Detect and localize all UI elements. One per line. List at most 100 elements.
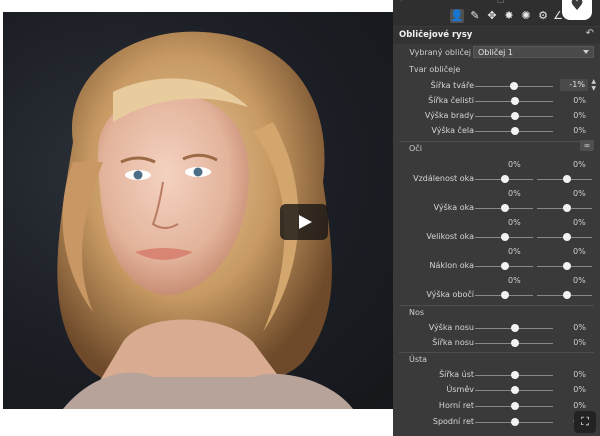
eye-left-value: 0% bbox=[508, 189, 521, 198]
slider-forehead-height[interactable]: Výška čela 0% bbox=[393, 125, 600, 137]
move-icon[interactable]: ✥ bbox=[485, 9, 499, 23]
slider-label: Horní ret bbox=[438, 401, 474, 410]
slider-thumb[interactable] bbox=[511, 402, 519, 410]
eye-pair-values: 0% 0% bbox=[393, 247, 600, 257]
eye-right-value: 0% bbox=[573, 276, 586, 285]
portrait-photo bbox=[3, 12, 393, 409]
divider bbox=[399, 352, 594, 353]
slider-upper-lip[interactable]: Horní ret 0% bbox=[393, 400, 600, 412]
slider-thumb[interactable] bbox=[511, 371, 519, 379]
divider bbox=[399, 141, 594, 142]
portrait-illustration bbox=[57, 31, 353, 409]
slider-label: Výška obočí bbox=[426, 290, 474, 299]
adjustment-panel: ◦ ▭ 👤 ✎ ✥ ✸ ✺ ⚙ ∠ ♥ Obličejové rysy ↶ Vy… bbox=[393, 0, 600, 436]
slider-thumb[interactable] bbox=[511, 324, 519, 332]
slider-thumb-right[interactable] bbox=[563, 233, 571, 241]
slider-face-width[interactable]: Šířka tváře -1% ▲ ▼ bbox=[393, 78, 600, 92]
section-header: Obličejové rysy ↶ bbox=[393, 27, 600, 44]
brush-icon[interactable]: ✎ bbox=[468, 9, 482, 23]
slider-thumb[interactable] bbox=[511, 112, 519, 120]
eye-left-value: 0% bbox=[508, 160, 521, 169]
slider-value: 0% bbox=[573, 111, 586, 120]
ghost-icon: ▭ bbox=[497, 0, 505, 5]
slider-label: Výška oka bbox=[433, 203, 474, 212]
person-icon[interactable]: 👤 bbox=[450, 9, 464, 23]
slider-thumb[interactable] bbox=[511, 386, 519, 394]
eye-right-value: 0% bbox=[573, 160, 586, 169]
slider-label: Šířka čelisti bbox=[428, 96, 474, 105]
slider-value: 0% bbox=[573, 338, 586, 347]
slider-value: 0% bbox=[573, 96, 586, 105]
slider-label: Výška čela bbox=[431, 126, 474, 135]
slider-label: Vzdálenost oka bbox=[413, 174, 474, 183]
link-icon[interactable]: ∞ bbox=[580, 140, 594, 151]
slider-thumb-left[interactable] bbox=[501, 233, 509, 241]
slider-thumb[interactable] bbox=[511, 97, 519, 105]
heart-icon[interactable]: ♥ bbox=[562, 0, 592, 20]
slider-thumb-right[interactable] bbox=[563, 262, 571, 270]
face-selector-value: Obličej 1 bbox=[478, 48, 513, 57]
slider-thumb-left[interactable] bbox=[501, 204, 509, 212]
slider-label: Velikost oka bbox=[426, 232, 474, 241]
group-label-eyes: Oči bbox=[409, 144, 422, 153]
slider-value-input[interactable]: -1% bbox=[560, 79, 588, 91]
slider-value: 0% bbox=[573, 126, 586, 135]
slider-label: Výška brady bbox=[424, 111, 474, 120]
slider-label: Spodní ret bbox=[432, 417, 474, 426]
eye-right-value: 0% bbox=[573, 218, 586, 227]
spinner-icon[interactable]: ▲ ▼ bbox=[591, 78, 596, 92]
slider-label: Šířka úst bbox=[439, 370, 474, 379]
slider-label: Šířka nosu bbox=[432, 338, 474, 347]
face-selector-row: Vybraný obličej Obličej 1 bbox=[393, 46, 600, 60]
play-button[interactable] bbox=[280, 204, 328, 240]
slider-label: Výška nosu bbox=[428, 323, 474, 332]
ghost-icon: ◦ bbox=[399, 0, 404, 5]
divider bbox=[399, 305, 594, 306]
slider-value: 0% bbox=[573, 385, 586, 394]
slider-eye-distance[interactable]: Vzdálenost oka bbox=[393, 173, 600, 185]
swirl-icon[interactable]: ✺ bbox=[519, 9, 533, 23]
slider-smile[interactable]: Úsměv 0% bbox=[393, 384, 600, 396]
slider-thumb-right[interactable] bbox=[563, 291, 571, 299]
eye-left-value: 0% bbox=[508, 247, 521, 256]
tool-toolbar: ◦ ▭ 👤 ✎ ✥ ✸ ✺ ⚙ ∠ ♥ bbox=[393, 0, 600, 26]
slider-chin-height[interactable]: Výška brady 0% bbox=[393, 110, 600, 122]
slider-thumb[interactable] bbox=[511, 339, 519, 347]
slider-eye-tilt[interactable]: Náklon oka bbox=[393, 260, 600, 272]
slider-eyebrow-height[interactable]: Výška obočí bbox=[393, 289, 600, 301]
slider-thumb-right[interactable] bbox=[563, 204, 571, 212]
sparkle-icon[interactable]: ✸ bbox=[502, 9, 516, 23]
slider-thumb-left[interactable] bbox=[501, 262, 509, 270]
slider-value: 0% bbox=[573, 370, 586, 379]
eye-right-value: 0% bbox=[573, 189, 586, 198]
group-label-nose: Nos bbox=[409, 308, 425, 317]
expand-icon[interactable]: ⛶ bbox=[574, 411, 596, 433]
face-selector-label: Vybraný obličej bbox=[409, 48, 471, 57]
slider-mouth-width[interactable]: Šířka úst 0% bbox=[393, 369, 600, 381]
eye-pair-values: 0% 0% bbox=[393, 160, 600, 170]
gear-icon[interactable]: ⚙ bbox=[536, 9, 550, 23]
group-label-mouth: Ústa bbox=[409, 355, 428, 364]
face-selector-dropdown[interactable]: Obličej 1 bbox=[473, 46, 594, 58]
slider-label: Šířka tváře bbox=[430, 81, 474, 90]
slider-thumb[interactable] bbox=[511, 127, 519, 135]
eye-pair-values: 0% 0% bbox=[393, 276, 600, 286]
eye-pair-values: 0% 0% bbox=[393, 218, 600, 228]
slider-thumb[interactable] bbox=[511, 418, 519, 426]
slider-thumb-left[interactable] bbox=[501, 291, 509, 299]
photo-area bbox=[0, 0, 393, 436]
eye-left-value: 0% bbox=[508, 276, 521, 285]
group-label-face-shape: Tvar obličeje bbox=[409, 65, 461, 74]
eye-left-value: 0% bbox=[508, 218, 521, 227]
eye-pair-values: 0% 0% bbox=[393, 189, 600, 199]
slider-eye-height[interactable]: Výška oka bbox=[393, 202, 600, 214]
slider-thumb[interactable] bbox=[510, 82, 518, 90]
slider-eye-size[interactable]: Velikost oka bbox=[393, 231, 600, 243]
slider-nose-height[interactable]: Výška nosu 0% bbox=[393, 322, 600, 334]
slider-nose-width[interactable]: Šířka nosu 0% bbox=[393, 337, 600, 349]
reset-icon[interactable]: ↶ bbox=[586, 28, 594, 39]
slider-lower-lip[interactable]: Spodní ret 0% bbox=[393, 416, 600, 428]
slider-thumb-right[interactable] bbox=[563, 175, 571, 183]
slider-thumb-left[interactable] bbox=[501, 175, 509, 183]
slider-jaw-width[interactable]: Šířka čelisti 0% bbox=[393, 95, 600, 107]
